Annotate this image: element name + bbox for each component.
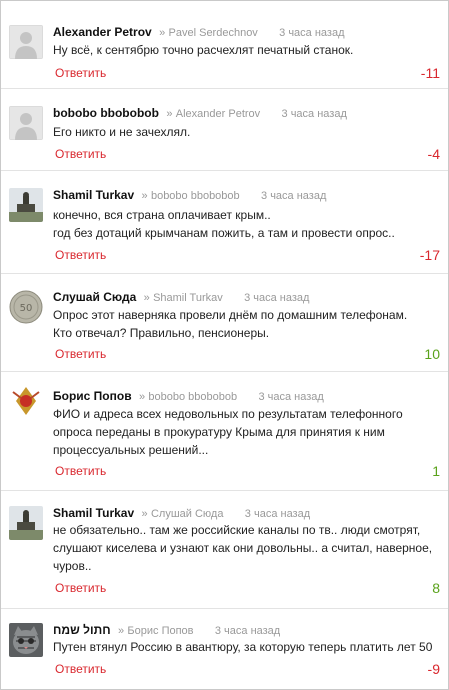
comment-item: bobobo bbobobob » Alexander Petrov 3 час… [1, 89, 448, 171]
comment-item: Shamil Turkav » Слушай Сюда 3 часа назад… [1, 491, 448, 609]
comment-author[interactable]: Alexander Petrov [53, 25, 152, 39]
reply-to-author[interactable]: bobobo bbobobob [151, 190, 240, 202]
comment-item: Alexander Petrov » Pavel Serdechnov 3 ча… [1, 1, 448, 89]
comment-time: 3 часа назад [279, 27, 345, 39]
reply-button[interactable]: Ответить [55, 662, 106, 676]
reply-button[interactable]: Ответить [55, 147, 106, 161]
badge-avatar-icon[interactable] [9, 384, 43, 418]
default-user-avatar-icon[interactable] [9, 106, 43, 140]
comment-text: Ну всё, к сентябрю точно расчехлят печат… [53, 43, 354, 57]
comment-time: 3 часа назад [258, 391, 324, 403]
reply-button[interactable]: Ответить [55, 66, 106, 80]
comment-score: 1 [432, 463, 440, 479]
comment-time: 3 часа назад [281, 108, 347, 120]
comment-header: Борис Попов » bobobo bbobobob 3 часа наз… [53, 389, 324, 403]
reply-to-author[interactable]: Pavel Serdechnov [169, 27, 258, 39]
reply-button[interactable]: Ответить [55, 581, 106, 595]
comment-author[interactable]: Слушай Сюда [53, 290, 136, 304]
comment-score: -4 [427, 146, 440, 162]
comment-item: Борис Попов » bobobo bbobobob 3 часа наз… [1, 372, 448, 491]
comment-header: Shamil Turkav » Слушай Сюда 3 часа назад [53, 506, 310, 520]
monument-photo-avatar-icon[interactable] [9, 506, 43, 540]
reply-to-author[interactable]: Shamil Turkav [153, 292, 223, 304]
comment-score: -9 [427, 661, 440, 677]
reply-to-author[interactable]: Борис Попов [127, 625, 193, 637]
coin-avatar-icon[interactable]: 50 [9, 290, 43, 324]
comment-text: ФИО и адреса всех недовольных по результ… [53, 407, 403, 457]
comment-item: Shamil Turkav » bobobo bbobobob 3 часа н… [1, 171, 448, 274]
reply-separator: » [117, 625, 125, 637]
comment-score: -11 [420, 65, 440, 81]
comment-header: חתול שמח » Борис Попов 3 часа назад [53, 623, 280, 637]
comment-item: חתול שמח » Борис Попов 3 часа назад Путе… [1, 609, 448, 689]
comments-panel: Alexander Petrov » Pavel Serdechnov 3 ча… [0, 0, 449, 690]
comment-score: -17 [419, 247, 440, 263]
comment-time: 3 часа назад [261, 190, 327, 202]
comment-text: Опрос этот наверняка провели днём по дом… [53, 308, 408, 340]
comment-score: 8 [432, 580, 440, 596]
cat-photo-avatar-icon[interactable] [9, 623, 43, 657]
comment-author[interactable]: Shamil Turkav [53, 188, 134, 202]
comment-header: Alexander Petrov » Pavel Serdechnov 3 ча… [53, 25, 345, 39]
comment-item: 50 Слушай Сюда » Shamil Turkav 3 часа на… [1, 274, 448, 372]
monument-photo-avatar-icon[interactable] [9, 188, 43, 222]
reply-separator: » [143, 292, 150, 304]
reply-to-author[interactable]: Слушай Сюда [151, 508, 224, 520]
comment-header: bobobo bbobobob » Alexander Petrov 3 час… [53, 106, 347, 120]
comment-author[interactable]: Борис Попов [53, 389, 132, 403]
comment-author[interactable]: חתול שמח [53, 623, 111, 637]
comment-score: 10 [424, 346, 440, 362]
reply-to-author[interactable]: Alexander Petrov [176, 108, 260, 120]
comment-author[interactable]: bobobo bbobobob [53, 106, 159, 120]
comment-text: не обязательно.. там же российские канал… [53, 523, 433, 573]
reply-separator: » [141, 190, 148, 202]
default-user-avatar-icon[interactable] [9, 25, 43, 59]
comment-text: Путен втянул Россию в авантюру, за котор… [53, 640, 433, 654]
comment-text: Его никто и не зачехлял. [53, 125, 191, 139]
svg-text:50: 50 [20, 303, 33, 314]
reply-button[interactable]: Ответить [55, 248, 106, 262]
reply-button[interactable]: Ответить [55, 464, 106, 478]
reply-separator: » [159, 27, 166, 39]
comment-header: Слушай Сюда » Shamil Turkav 3 часа назад [53, 290, 309, 304]
comment-text: конечно, вся страна оплачивает крым.. го… [53, 208, 395, 240]
reply-separator: » [138, 391, 146, 403]
reply-to-author[interactable]: bobobo bbobobob [148, 391, 237, 403]
comment-author[interactable]: Shamil Turkav [53, 506, 134, 520]
reply-separator: » [141, 508, 148, 520]
comment-time: 3 часа назад [214, 625, 281, 637]
reply-button[interactable]: Ответить [55, 347, 106, 361]
comment-header: Shamil Turkav » bobobo bbobobob 3 часа н… [53, 188, 326, 202]
comment-time: 3 часа назад [244, 292, 310, 304]
reply-separator: » [166, 108, 173, 120]
comment-time: 3 часа назад [244, 508, 311, 520]
